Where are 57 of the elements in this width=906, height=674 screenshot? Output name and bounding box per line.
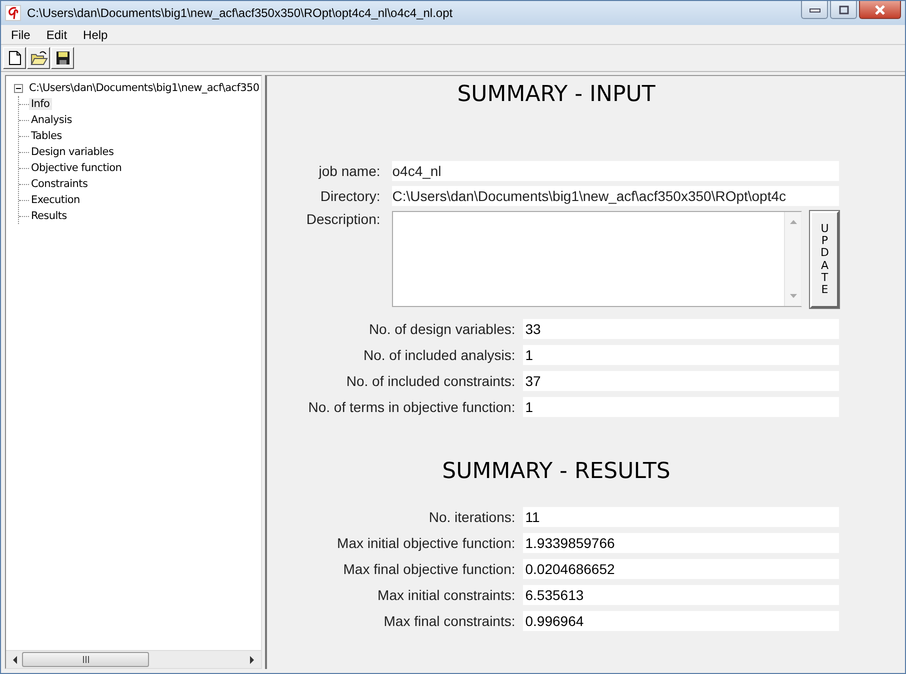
window-title: C:\Users\dan\Documents\big1\new_acf\acf350x350\ROpt\opt4c4_nl\o4c4_nl.opt — [27, 6, 454, 20]
section-heading: SUMMARY - RESULTS — [441, 459, 672, 484]
field-label: Directory: — [319, 188, 380, 204]
grip-icon — [82, 656, 90, 663]
tree-item[interactable]: Results — [29, 210, 69, 222]
minimize-button[interactable] — [801, 1, 828, 19]
close-icon — [873, 4, 887, 14]
section-heading: SUMMARY - INPUT — [456, 82, 656, 107]
stat-label: Max final objective function: — [342, 561, 516, 577]
menu-item[interactable]: Help — [75, 28, 116, 42]
stat-label: No. of terms in objective function: — [307, 399, 516, 415]
collapse-icon[interactable] — [14, 84, 23, 92]
scroll-left-icon[interactable] — [12, 656, 18, 664]
stat-label: No. iterations: — [428, 509, 516, 525]
tree-item[interactable]: Constraints — [29, 178, 90, 190]
menu-item[interactable]: File — [3, 28, 38, 42]
maximize-icon — [838, 4, 850, 14]
tree-item[interactable]: Objective function — [29, 162, 124, 174]
stat-value: 1.9339859766 — [523, 533, 840, 553]
minimize-icon — [808, 6, 820, 12]
folder-icon — [30, 50, 48, 66]
page-icon — [8, 50, 22, 66]
stat-value: 33 — [523, 319, 840, 339]
new-file-button[interactable] — [3, 47, 26, 69]
menu-item[interactable]: Edit — [38, 28, 76, 42]
horizontal-scrollbar[interactable] — [6, 650, 262, 668]
stat-label: Max initial objective function: — [336, 535, 516, 551]
stat-value: 11 — [523, 507, 840, 527]
tree-root-item[interactable]: C:\Users\dan\Documents\big1\new_acf\acf350 — [27, 82, 262, 94]
directory-field[interactable]: C:\Users\dan\Documents\big1\new_acf\acf350x350\ROpt\opt4c — [392, 186, 840, 206]
stat-label: Max initial constraints: — [376, 587, 516, 603]
stat-label: No. of design variables: — [368, 321, 516, 337]
stat-value: 1 — [523, 345, 840, 365]
maximize-button[interactable] — [830, 1, 857, 19]
tree-item[interactable]: Execution — [29, 194, 82, 206]
scroll-right-icon[interactable] — [249, 656, 256, 664]
stat-value: 0.996964 — [523, 611, 840, 631]
stat-value: 1 — [523, 397, 840, 417]
stat-label: No. of included constraints: — [345, 373, 516, 389]
field-label: job name: — [317, 163, 380, 179]
close-button[interactable] — [859, 1, 901, 19]
tree-item[interactable]: Analysis — [29, 114, 74, 126]
stat-value: 0.0204686652 — [523, 559, 840, 579]
save-button[interactable] — [51, 47, 74, 69]
field-label: Description: — [305, 211, 380, 227]
stat-value: 6.535613 — [523, 585, 840, 605]
stat-label: Max final constraints: — [382, 613, 516, 629]
app-icon — [5, 5, 21, 21]
open-folder-button[interactable] — [27, 47, 50, 69]
job-name-field[interactable]: o4c4_nl — [392, 161, 840, 181]
tree-item[interactable]: Design variables — [29, 146, 116, 158]
tree-item[interactable]: Tables — [29, 130, 64, 142]
description-field[interactable] — [392, 211, 802, 307]
tree-item[interactable]: Info — [29, 98, 52, 110]
stat-value: 37 — [523, 371, 840, 391]
stat-label: No. of included analysis: — [362, 347, 516, 363]
update-button[interactable]: UPDATE — [810, 211, 840, 308]
